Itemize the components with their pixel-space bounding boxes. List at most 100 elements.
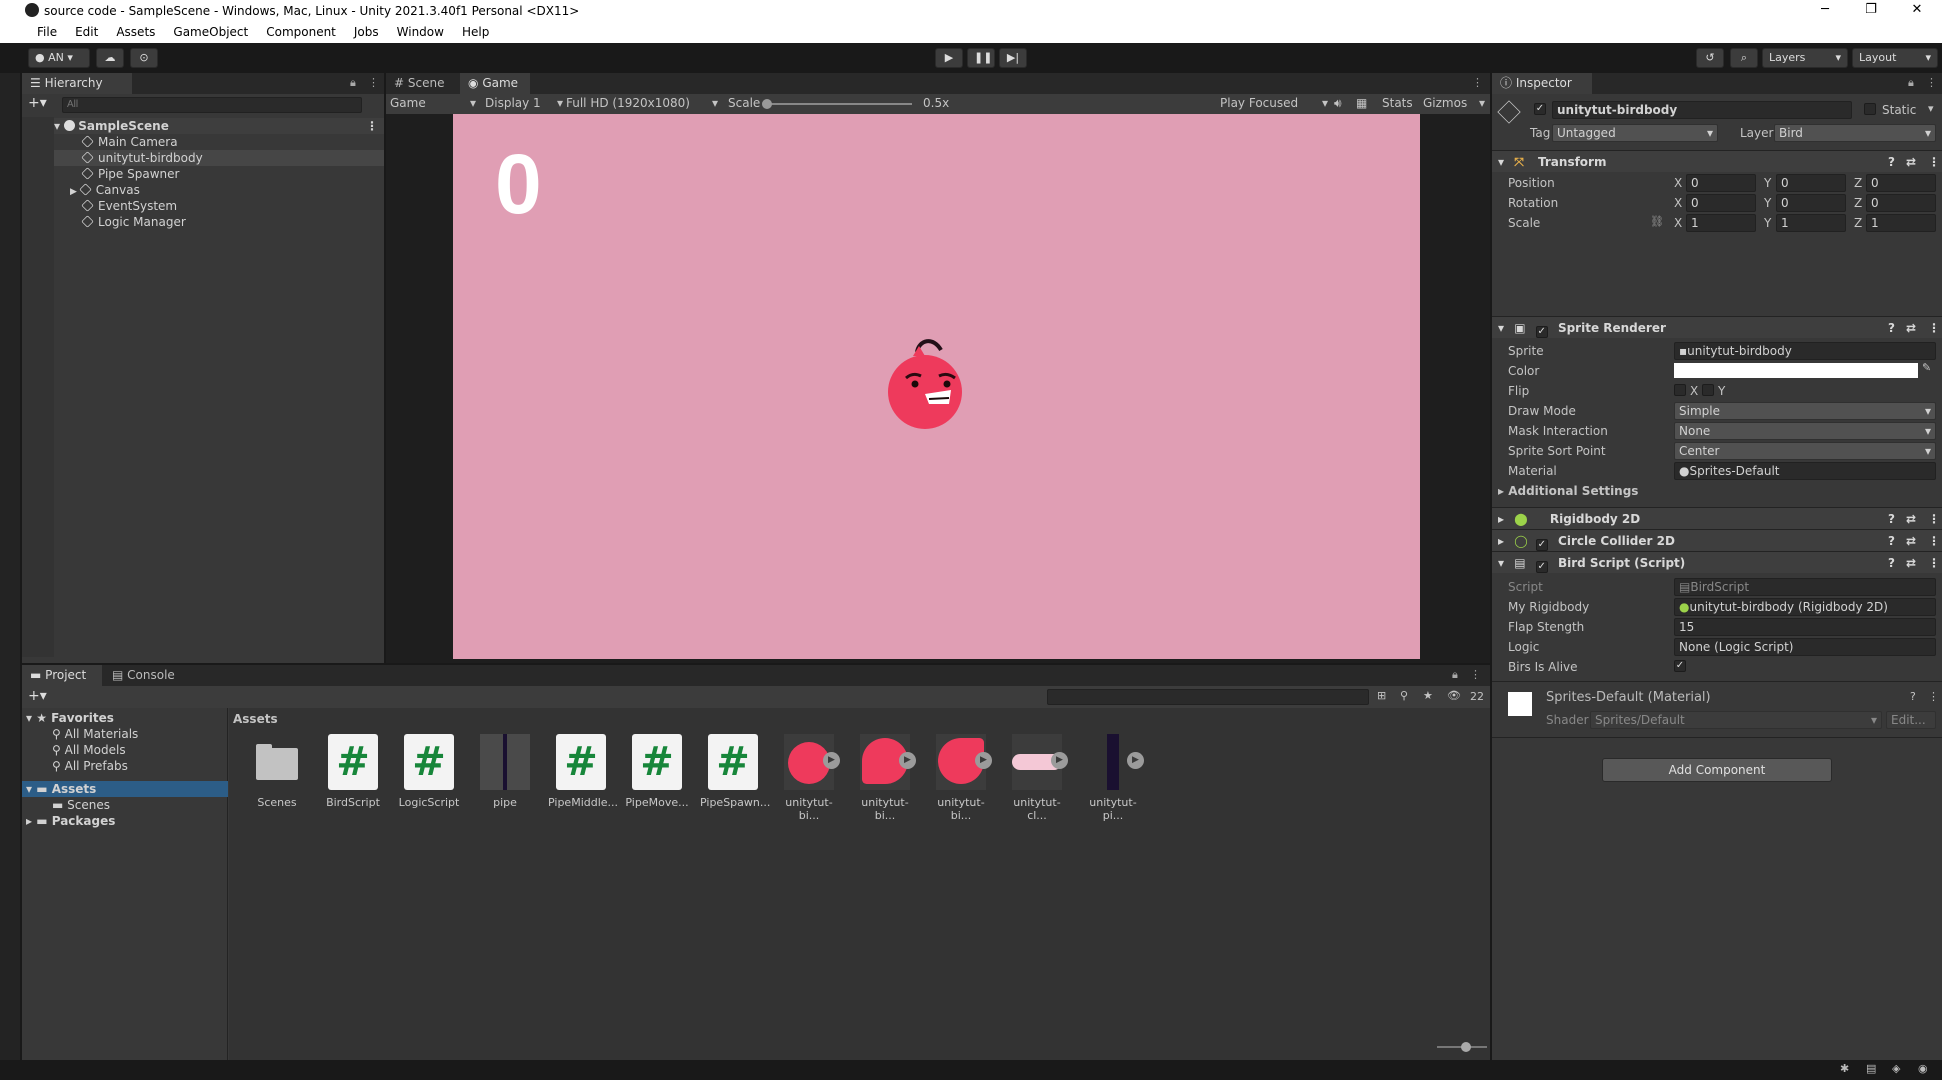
favorite-item[interactable]: ⚲ All Materials [52, 726, 138, 742]
help-icon[interactable]: ? [1888, 151, 1895, 173]
favorite-item[interactable]: ⚲ All Prefabs [52, 758, 128, 774]
collider-enabled-checkbox[interactable]: ✓ [1535, 539, 1548, 551]
tag-dropdown[interactable]: Untagged ▾ [1552, 124, 1718, 142]
search-by-type-icon[interactable]: ⊞ [1377, 689, 1386, 702]
game-dropdown[interactable]: Game ▾ [390, 96, 476, 110]
sort-point-dropdown[interactable]: Center ▾ [1674, 442, 1936, 460]
shader-dropdown[interactable]: Sprites/Default ▾ [1590, 711, 1882, 729]
layout-dropdown[interactable]: Layout ▾ [1852, 48, 1938, 68]
menu-assets[interactable]: Assets [107, 22, 164, 43]
asset-item[interactable]: # PipeMiddle... [548, 734, 618, 809]
menu-jobs[interactable]: Jobs [345, 22, 388, 43]
help-icon[interactable]: ? [1910, 690, 1916, 703]
transform-z-input[interactable]: 0 [1866, 174, 1936, 192]
script-enabled-checkbox[interactable]: ✓ [1535, 561, 1548, 573]
asset-item[interactable]: pipe [472, 734, 538, 809]
mute-icon[interactable]: ◈ [1892, 1062, 1900, 1075]
packages-folder-row[interactable]: ▸ ▬ Packages [26, 813, 115, 829]
flip-y-checkbox[interactable] [1702, 384, 1714, 396]
play-button[interactable]: ▶ [935, 48, 963, 68]
transform-y-input[interactable]: 0 [1776, 174, 1846, 192]
asset-item[interactable]: ▶ unitytut-bi... [928, 734, 994, 822]
preset-icon[interactable]: ⇄ [1906, 151, 1916, 173]
object-name-field[interactable]: unitytut-birdbody [1552, 101, 1852, 119]
asset-item[interactable]: # PipeMove... [624, 734, 690, 809]
favorite-item[interactable]: ⚲ All Models [52, 742, 126, 758]
asset-item[interactable]: Scenes [244, 734, 310, 809]
chevron-down-icon[interactable]: ▾ [1928, 102, 1934, 115]
rigidbody-header[interactable]: ▸ ⬤ Rigidbody 2D ? ⇄ ⋮ [1492, 507, 1942, 529]
rigidbody-field[interactable]: ●unitytut-birdbody (Rigidbody 2D) [1674, 598, 1936, 616]
transform-y-input[interactable]: 1 [1776, 214, 1846, 232]
menu-file[interactable]: File [28, 22, 66, 43]
transform-z-input[interactable]: 0 [1866, 194, 1936, 212]
cloud-button[interactable]: ☁ [96, 48, 124, 68]
asset-item[interactable]: # BirdScript [320, 734, 386, 809]
preset-icon[interactable]: ⇄ [1906, 530, 1916, 552]
asset-item[interactable]: ▶ unitytut-pi... [1080, 734, 1146, 822]
scale-slider[interactable] [762, 99, 912, 109]
step-button[interactable]: ▶| [999, 48, 1027, 68]
scenes-folder-row[interactable]: ▬ Scenes [52, 797, 110, 813]
assets-folder-row[interactable]: ▾ ▬ Assets [22, 781, 228, 797]
collider-header[interactable]: ▸ ◯ ✓ Circle Collider 2D ? ⇄ ⋮ [1492, 529, 1942, 551]
menu-edit[interactable]: Edit [66, 22, 107, 43]
transform-x-input[interactable]: 0 [1686, 194, 1756, 212]
sprite-field[interactable]: ▪unitytut-birdbody [1674, 342, 1936, 360]
tab-project[interactable]: ▬ Project [22, 665, 102, 686]
more-icon[interactable]: ⋮ [1470, 668, 1481, 681]
hierarchy-item[interactable]: ▶ Canvas [70, 182, 140, 198]
notification-icon[interactable]: ◉ [1918, 1062, 1928, 1075]
more-icon[interactable]: ⋮ [1928, 317, 1940, 339]
scene-row[interactable]: ▾ SampleScene ⋮ [54, 118, 384, 134]
hidden-packages-icon[interactable]: 👁︎ [1447, 689, 1461, 702]
search-by-label-icon[interactable]: ⚲ [1400, 689, 1408, 702]
lock-icon[interactable]: 🔒︎ [1908, 76, 1914, 90]
more-icon[interactable]: ⋮ [366, 118, 378, 134]
help-icon[interactable]: ? [1888, 530, 1895, 552]
tab-game[interactable]: ◉ Game [460, 73, 530, 94]
sprite-renderer-enabled-checkbox[interactable]: ✓ [1535, 326, 1548, 338]
tab-hierarchy[interactable]: ☰ Hierarchy [22, 73, 132, 94]
eyedropper-icon[interactable]: ✎ [1922, 361, 1931, 374]
minimize-button[interactable]: ─ [1802, 0, 1848, 22]
more-icon[interactable]: ⋮ [1928, 690, 1939, 703]
close-button[interactable]: ✕ [1894, 0, 1940, 22]
logic-field[interactable]: None (Logic Script) [1674, 638, 1936, 656]
material-edit-button[interactable]: Edit... [1886, 711, 1936, 729]
more-icon[interactable]: ⋮ [1928, 508, 1940, 530]
resolution-dropdown[interactable]: Full HD (1920x1080) ▾ [566, 96, 718, 110]
collab-button[interactable]: ⊙ [130, 48, 158, 68]
help-icon[interactable]: ? [1888, 317, 1895, 339]
help-icon[interactable]: ? [1888, 552, 1895, 574]
hierarchy-item[interactable]: Logic Manager [81, 214, 186, 230]
lock-icon[interactable]: 🔒︎ [350, 76, 356, 90]
preset-icon[interactable]: ⇄ [1906, 508, 1916, 530]
asset-zoom-thumb[interactable] [1461, 1042, 1471, 1052]
account-button[interactable]: ● AN ▾ [28, 48, 90, 68]
tab-scene[interactable]: # Scene [386, 73, 460, 94]
active-checkbox[interactable]: ✓ [1534, 103, 1546, 115]
alive-checkbox[interactable]: ✓ [1674, 660, 1686, 672]
game-canvas[interactable]: 0 [453, 114, 1420, 659]
hierarchy-item-selected[interactable]: unitytut-birdbody [54, 150, 384, 166]
maximize-button[interactable]: ❐ [1848, 0, 1894, 22]
static-checkbox[interactable] [1864, 103, 1876, 115]
hierarchy-item[interactable]: EventSystem [81, 198, 177, 214]
layers-dropdown[interactable]: Layers ▾ [1762, 48, 1848, 68]
hierarchy-item[interactable]: Pipe Spawner [81, 166, 179, 182]
stats-button[interactable]: Stats [1382, 96, 1413, 110]
asset-item[interactable]: # PipeSpawn... [700, 734, 770, 809]
tab-console[interactable]: ▤ Console [104, 665, 190, 686]
menu-component[interactable]: Component [257, 22, 345, 43]
history-button[interactable]: ↺ [1696, 48, 1724, 68]
more-icon[interactable]: ⋮ [368, 76, 379, 89]
save-search-icon[interactable]: ★ [1423, 689, 1433, 702]
color-swatch[interactable] [1674, 363, 1918, 378]
draw-mode-dropdown[interactable]: Simple ▾ [1674, 402, 1936, 420]
asset-item[interactable]: ▶ unitytut-bi... [776, 734, 842, 822]
asset-zoom-slider[interactable] [1437, 1042, 1487, 1052]
transform-x-input[interactable]: 1 [1686, 214, 1756, 232]
preset-icon[interactable]: ⇄ [1906, 552, 1916, 574]
tab-inspector[interactable]: ⓘ Inspector [1492, 73, 1592, 94]
